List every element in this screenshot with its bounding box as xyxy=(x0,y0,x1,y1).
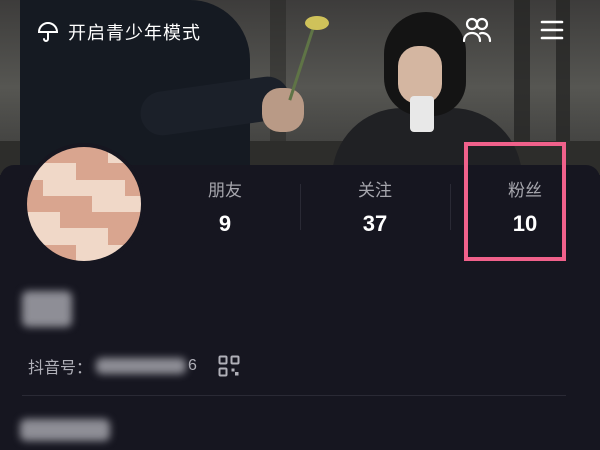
avatar[interactable] xyxy=(23,143,145,265)
bio-blurred xyxy=(20,419,110,441)
stat-followers[interactable]: 粉丝 10 xyxy=(450,168,600,248)
friends-icon xyxy=(462,17,492,48)
qrcode-icon[interactable] xyxy=(217,354,241,378)
menu-icon xyxy=(540,19,564,46)
umbrella-icon xyxy=(36,20,60,44)
divider xyxy=(22,395,566,396)
stat-value: 9 xyxy=(218,211,232,236)
nickname-blurred xyxy=(22,291,72,327)
douyin-id-blurred xyxy=(96,358,187,374)
menu-button[interactable] xyxy=(537,18,567,46)
stat-label: 关注 xyxy=(358,181,392,200)
douyin-id-tail: 6 xyxy=(188,357,197,374)
stat-value: 37 xyxy=(362,211,388,236)
stat-friends[interactable]: 朋友 9 xyxy=(150,168,300,248)
teen-mode-button[interactable]: 开启青少年模式 xyxy=(36,18,201,46)
profile-stats: 朋友 9 关注 37 粉丝 10 xyxy=(150,168,600,248)
douyin-id-label: 抖音号： xyxy=(28,360,93,377)
stat-label: 朋友 xyxy=(208,181,242,200)
douyin-id-row: 抖音号： 6 xyxy=(28,352,241,380)
top-bar: 开启青少年模式 xyxy=(0,0,600,64)
teen-mode-label: 开启青少年模式 xyxy=(68,23,201,43)
stat-label: 粉丝 xyxy=(508,181,542,200)
stat-following[interactable]: 关注 37 xyxy=(300,168,450,248)
stat-value: 10 xyxy=(512,211,538,236)
friends-button[interactable] xyxy=(462,17,492,48)
